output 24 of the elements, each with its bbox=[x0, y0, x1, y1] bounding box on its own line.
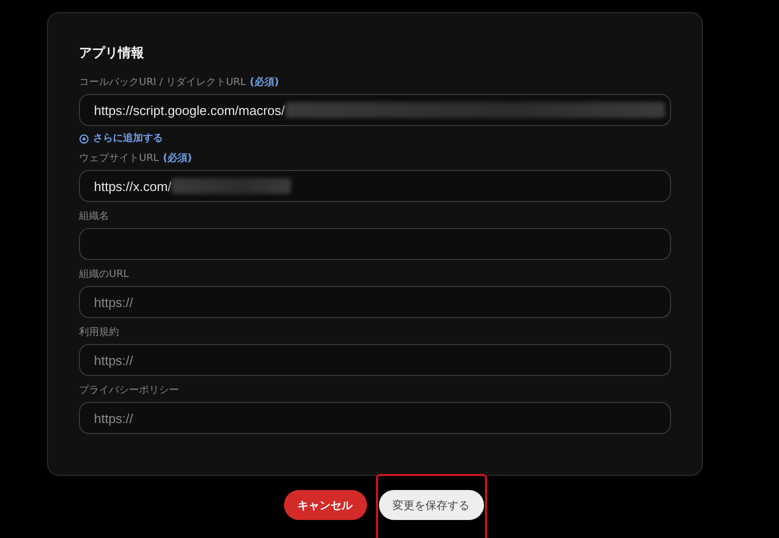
input-field[interactable]: https://x.com/ bbox=[79, 170, 671, 202]
field-placeholder: https:// bbox=[94, 410, 134, 426]
input-field[interactable]: https:// bbox=[79, 286, 671, 318]
field-label: プライバシーポリシー bbox=[79, 384, 179, 398]
add-circle-icon bbox=[79, 134, 89, 144]
required-tag: (必須) bbox=[162, 152, 192, 166]
field-label: コールバックURI / リダイレクトURL bbox=[79, 76, 246, 90]
input-field[interactable]: https:// bbox=[79, 402, 671, 434]
add-more-link[interactable]: さらに追加する bbox=[79, 132, 163, 146]
save-button[interactable]: 変更を保存する bbox=[378, 490, 484, 520]
field-label: 組織名 bbox=[79, 210, 109, 224]
field-value: https://script.google.com/macros/ bbox=[94, 102, 285, 118]
field-label: 利用規約 bbox=[79, 326, 119, 340]
input-field[interactable]: https:// bbox=[79, 344, 671, 376]
field-label: ウェブサイトURL bbox=[79, 152, 159, 166]
input-field[interactable] bbox=[79, 228, 671, 260]
input-field[interactable]: https://script.google.com/macros/ bbox=[79, 94, 671, 126]
field-placeholder: https:// bbox=[94, 352, 134, 368]
cancel-button[interactable]: キャンセル bbox=[284, 490, 366, 520]
field-value: https://x.com/ bbox=[94, 178, 172, 194]
section-title: アプリ情報 bbox=[79, 45, 145, 63]
required-tag: (必須) bbox=[250, 76, 279, 90]
field-label: 組織のURL bbox=[79, 268, 129, 282]
field-placeholder: https:// bbox=[94, 294, 134, 310]
